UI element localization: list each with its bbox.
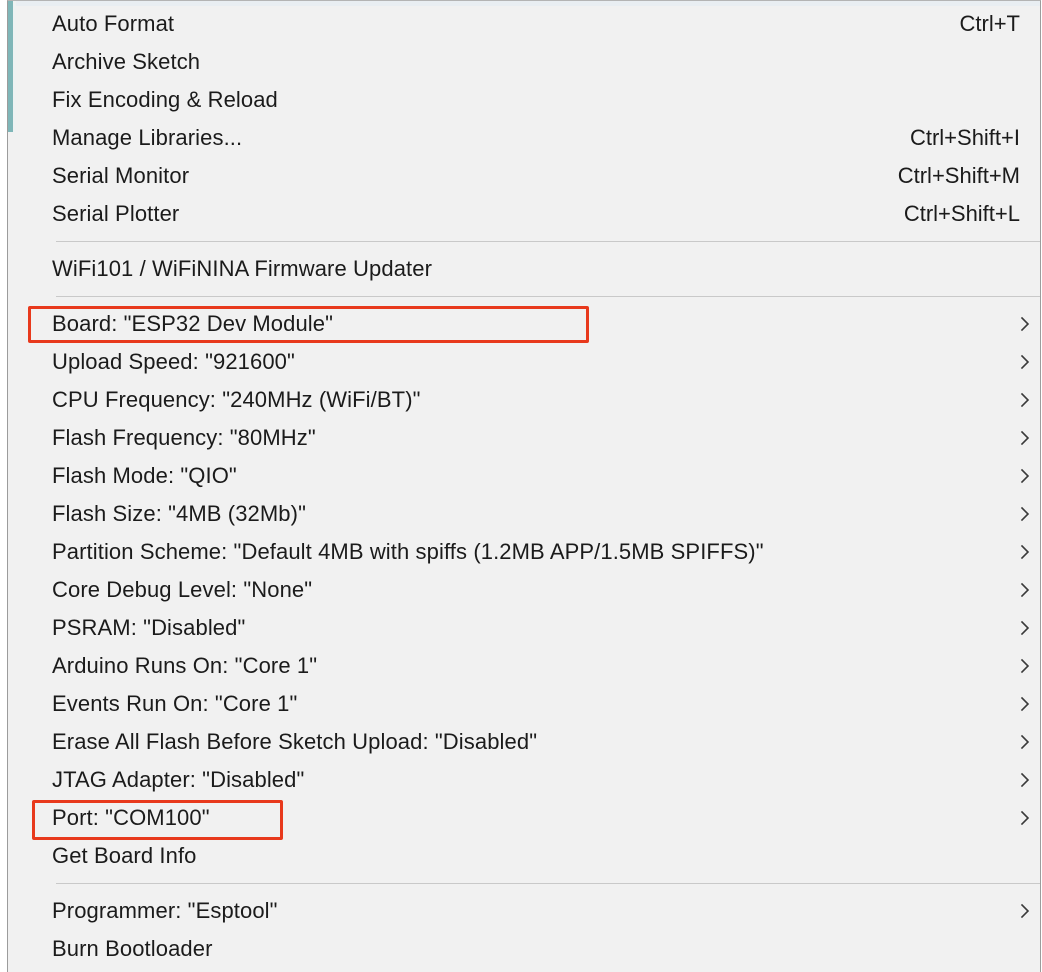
menu-item-wifi101-wifinina-firmware-updater[interactable]: WiFi101 / WiFiNINA Firmware Updater bbox=[8, 250, 1040, 288]
menu-item-shortcut: Ctrl+Shift+L bbox=[903, 201, 1020, 226]
chevron-right-icon bbox=[1016, 581, 1034, 599]
menu-item-label: Flash Mode: "QIO" bbox=[52, 463, 237, 488]
menu-item-board-esp32-dev-module[interactable]: Board: "ESP32 Dev Module" bbox=[8, 305, 1040, 343]
chevron-right-icon bbox=[1016, 657, 1034, 675]
menu-item-label: Burn Bootloader bbox=[52, 936, 213, 961]
menu-item-serial-monitor[interactable]: Serial Monitor Ctrl+Shift+M bbox=[8, 157, 1040, 195]
chevron-right-icon bbox=[1016, 505, 1034, 523]
chevron-right-icon bbox=[1016, 543, 1034, 561]
chevron-right-icon bbox=[1016, 315, 1034, 333]
menu-item-label: Manage Libraries... bbox=[52, 125, 243, 150]
menu-separator-line bbox=[56, 296, 1040, 297]
menu-separator-line bbox=[56, 883, 1040, 884]
menu-item-shortcut: Ctrl+T bbox=[959, 11, 1021, 36]
menu-item-label: Get Board Info bbox=[52, 843, 197, 868]
menu-item-manage-libraries[interactable]: Manage Libraries... Ctrl+Shift+I bbox=[8, 119, 1040, 157]
menu-item-label: Upload Speed: "921600" bbox=[52, 349, 295, 374]
menu-item-label: Arduino Runs On: "Core 1" bbox=[52, 653, 318, 678]
chevron-right-icon bbox=[1016, 619, 1034, 637]
menu-item-label: PSRAM: "Disabled" bbox=[52, 615, 246, 640]
menu-item-label: Flash Frequency: "80MHz" bbox=[52, 425, 316, 450]
menu-item-archive-sketch[interactable]: Archive Sketch bbox=[8, 43, 1040, 81]
menu-item-label: Flash Size: "4MB (32Mb)" bbox=[52, 501, 306, 526]
menu-item-flash-mode-qio[interactable]: Flash Mode: "QIO" bbox=[8, 457, 1040, 495]
menu-separator-line bbox=[56, 241, 1040, 242]
menu-item-core-debug-level-none[interactable]: Core Debug Level: "None" bbox=[8, 571, 1040, 609]
menu-item-label: Archive Sketch bbox=[52, 49, 201, 74]
menu-item-jtag-adapter-disabled[interactable]: JTAG Adapter: "Disabled" bbox=[8, 761, 1040, 799]
menu-item-psram-disabled[interactable]: PSRAM: "Disabled" bbox=[8, 609, 1040, 647]
menu-item-shortcut: Ctrl+Shift+M bbox=[897, 163, 1020, 188]
menu-item-label: Partition Scheme: "Default 4MB with spif… bbox=[52, 539, 764, 564]
menu-item-programmer-esptool[interactable]: Programmer: "Esptool" bbox=[8, 892, 1040, 930]
menu-item-serial-plotter[interactable]: Serial Plotter Ctrl+Shift+L bbox=[8, 195, 1040, 233]
menu-item-label: Board: "ESP32 Dev Module" bbox=[52, 311, 334, 336]
chevron-right-icon bbox=[1016, 809, 1034, 827]
menu-item-label: Fix Encoding & Reload bbox=[52, 87, 278, 112]
menu-item-label: Serial Plotter bbox=[52, 201, 180, 226]
chevron-right-icon bbox=[1016, 695, 1034, 713]
menu-item-label: Auto Format bbox=[52, 11, 175, 36]
chevron-right-icon bbox=[1016, 467, 1034, 485]
chevron-right-icon bbox=[1016, 429, 1034, 447]
tools-menu-popup: Auto Format Ctrl+T Archive Sketch Fix Encod… bbox=[7, 0, 1041, 972]
menu-item-shortcut: Ctrl+Shift+I bbox=[909, 125, 1020, 150]
menu-item-arduino-runs-on-core-1[interactable]: Arduino Runs On: "Core 1" bbox=[8, 647, 1040, 685]
menu-item-label: Serial Monitor bbox=[52, 163, 190, 188]
chevron-right-icon bbox=[1016, 902, 1034, 920]
menu-item-fix-encoding-reload[interactable]: Fix Encoding & Reload bbox=[8, 81, 1040, 119]
screenshot-root: Auto Format Ctrl+T Archive Sketch Fix Encod… bbox=[0, 0, 1042, 972]
menu-item-label: Events Run On: "Core 1" bbox=[52, 691, 298, 716]
chevron-right-icon bbox=[1016, 353, 1034, 371]
menu-separator bbox=[8, 233, 1040, 250]
menu-item-label: Erase All Flash Before Sketch Upload: "D… bbox=[52, 729, 538, 754]
menu-item-label: JTAG Adapter: "Disabled" bbox=[52, 767, 305, 792]
menu-item-partition-scheme-default-4mb-with-spiffs-1-2mb-a[interactable]: Partition Scheme: "Default 4MB with spif… bbox=[8, 533, 1040, 571]
menu-item-upload-speed-921600[interactable]: Upload Speed: "921600" bbox=[8, 343, 1040, 381]
menu-item-cpu-frequency-240mhz-wifi-bt[interactable]: CPU Frequency: "240MHz (WiFi/BT)" bbox=[8, 381, 1040, 419]
menu-item-label: Core Debug Level: "None" bbox=[52, 577, 313, 602]
menu-item-events-run-on-core-1[interactable]: Events Run On: "Core 1" bbox=[8, 685, 1040, 723]
menu-separator bbox=[8, 288, 1040, 305]
menu-item-erase-all-flash-before-sketch-upload-disabled[interactable]: Erase All Flash Before Sketch Upload: "D… bbox=[8, 723, 1040, 761]
menu-item-label: WiFi101 / WiFiNINA Firmware Updater bbox=[52, 256, 433, 281]
chevron-right-icon bbox=[1016, 733, 1034, 751]
menu-item-label: Programmer: "Esptool" bbox=[52, 898, 278, 923]
menu-item-burn-bootloader[interactable]: Burn Bootloader bbox=[8, 930, 1040, 968]
menu-item-label: Port: "COM100" bbox=[52, 805, 210, 830]
menu-item-flash-size-4mb-32mb[interactable]: Flash Size: "4MB (32Mb)" bbox=[8, 495, 1040, 533]
tools-menu-list: Auto Format Ctrl+T Archive Sketch Fix Encod… bbox=[8, 5, 1040, 968]
menu-item-label: CPU Frequency: "240MHz (WiFi/BT)" bbox=[52, 387, 421, 412]
menu-item-get-board-info[interactable]: Get Board Info bbox=[8, 837, 1040, 875]
chevron-right-icon bbox=[1016, 391, 1034, 409]
menu-item-auto-format[interactable]: Auto Format Ctrl+T bbox=[8, 5, 1040, 43]
chevron-right-icon bbox=[1016, 771, 1034, 789]
menu-item-flash-frequency-80mhz[interactable]: Flash Frequency: "80MHz" bbox=[8, 419, 1040, 457]
menu-separator bbox=[8, 875, 1040, 892]
menu-item-port-com100[interactable]: Port: "COM100" bbox=[8, 799, 1040, 837]
